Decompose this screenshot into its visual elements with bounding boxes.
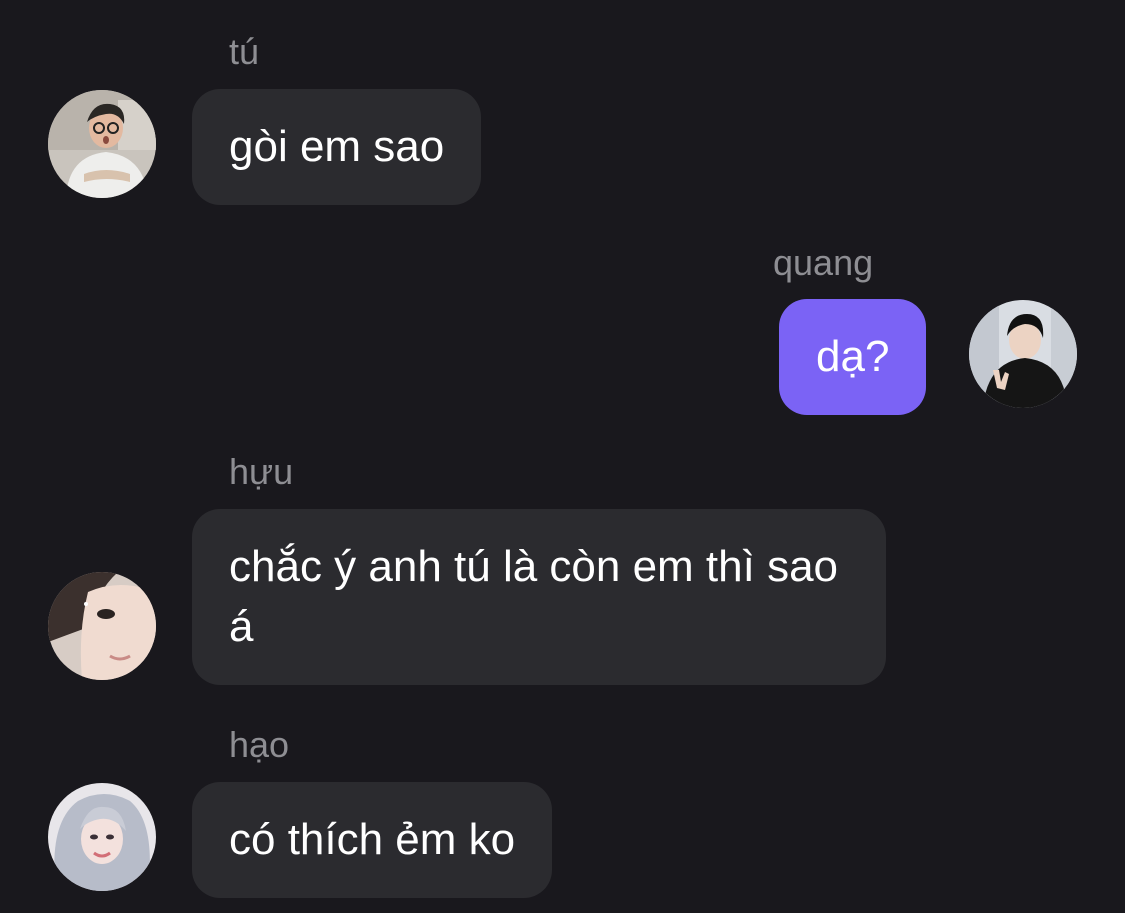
message-bubble[interactable]: chắc ý anh tú là còn em thì sao á (192, 509, 886, 685)
message-bubble[interactable]: có thích ẻm ko (192, 782, 553, 898)
message-text: có thích ẻm ko (229, 815, 516, 864)
sender-name: hạo (229, 724, 290, 765)
message-text: gòi em sao (229, 122, 445, 171)
message-bubble[interactable]: gòi em sao (192, 89, 482, 205)
avatar-hao-icon[interactable] (48, 783, 156, 891)
message-bubble-outgoing[interactable]: dạ? (779, 299, 927, 415)
sender-name: tú (229, 31, 260, 72)
avatar-tu-icon[interactable] (48, 90, 156, 198)
avatar-quang-icon[interactable] (969, 300, 1077, 408)
chat-thread: tú gòi em sao quang dạ? hựu chắc ý anh t… (0, 0, 1125, 913)
sender-name: hựu (229, 451, 294, 492)
message-text: chắc ý anh tú là còn em thì sao á (229, 542, 839, 651)
avatar-huu-icon[interactable] (48, 572, 156, 680)
sender-name: quang (773, 242, 874, 283)
message-text: dạ? (816, 332, 890, 381)
